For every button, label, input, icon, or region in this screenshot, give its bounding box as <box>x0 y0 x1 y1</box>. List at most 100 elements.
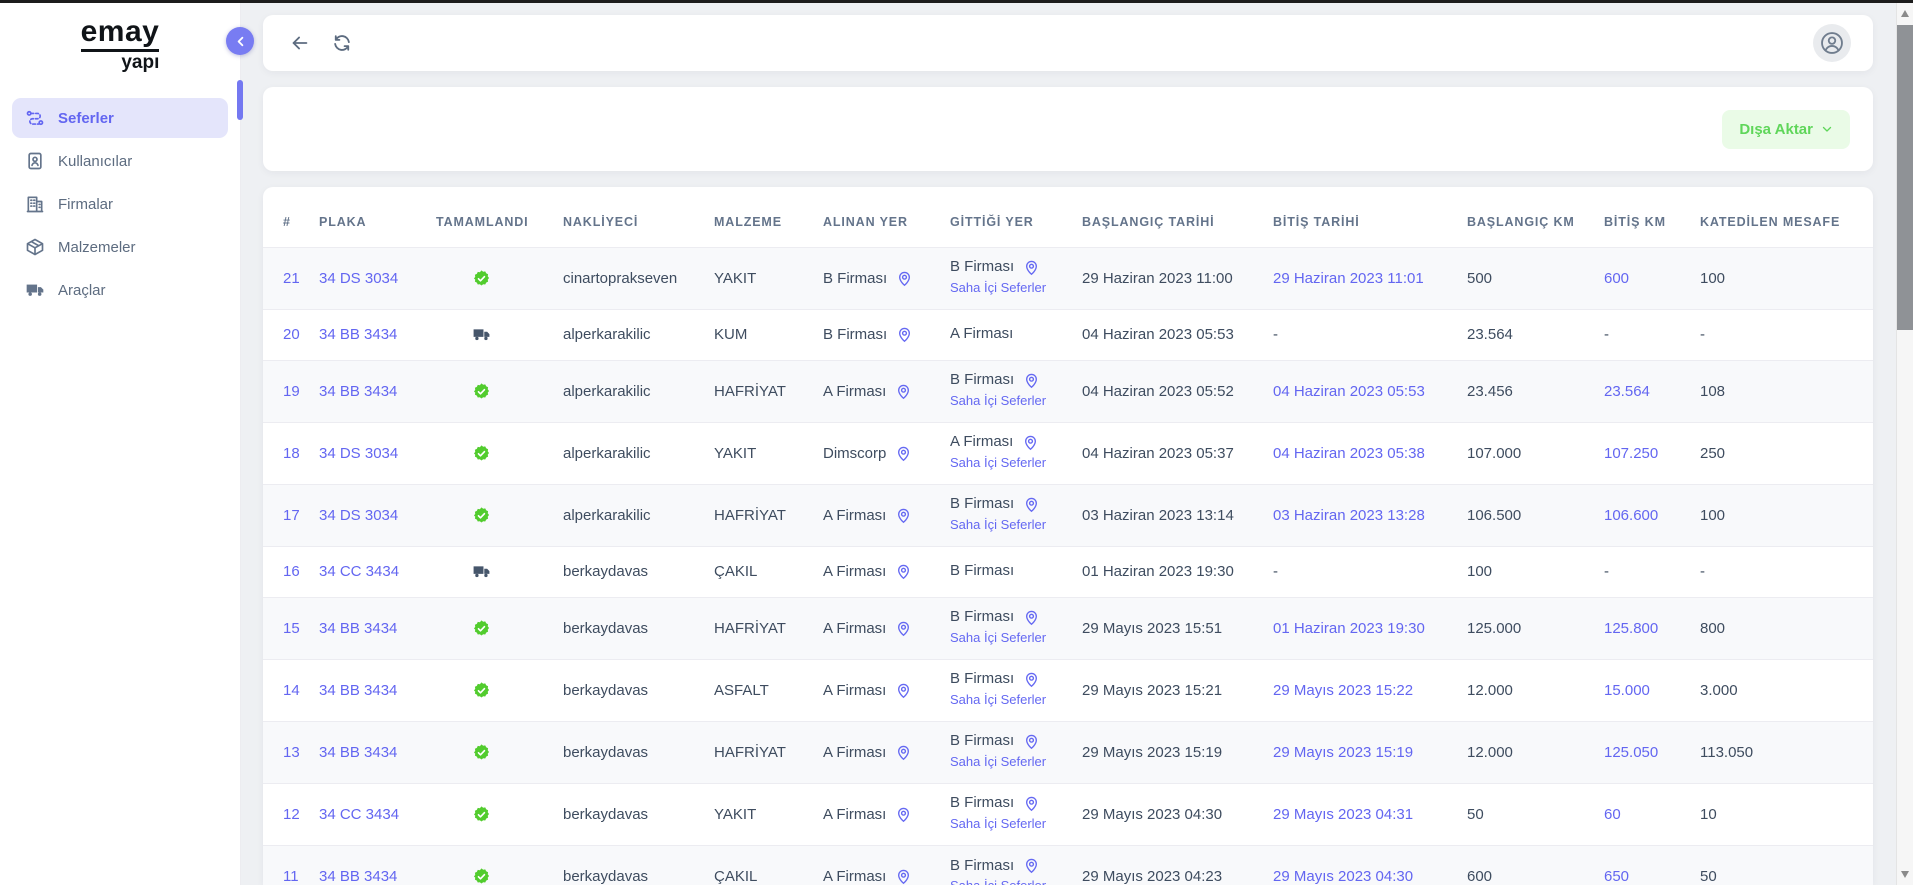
end-date-link[interactable]: 29 Mayıs 2023 15:19 <box>1273 744 1413 761</box>
status-cell <box>436 845 563 885</box>
trip-id-link[interactable]: 18 <box>283 445 300 462</box>
end-date-link[interactable]: 29 Mayıs 2023 04:30 <box>1273 868 1413 885</box>
origin-name: A Firması <box>823 507 886 524</box>
end-date-link[interactable]: 04 Haziran 2023 05:38 <box>1273 445 1425 462</box>
distance-cell: 800 <box>1700 597 1873 659</box>
sidebar-collapse-button[interactable] <box>226 27 254 55</box>
sidebar-item-malzemeler[interactable]: Malzemeler <box>12 227 228 267</box>
end-km-link[interactable]: 125.800 <box>1604 620 1658 637</box>
plate-link[interactable]: 34 DS 3034 <box>319 507 398 524</box>
destination-cell: A Firması <box>950 309 1082 360</box>
saha-ici-seferler-link[interactable]: Saha İçi Seferler <box>950 630 1046 646</box>
plate-cell: 34 CC 3434 <box>319 546 436 597</box>
location-pin-icon <box>895 445 912 462</box>
plate-link[interactable]: 34 BB 3434 <box>319 682 397 699</box>
truck-status-icon <box>472 562 491 581</box>
origin-cell: A Firması <box>823 659 950 721</box>
user-avatar-button[interactable] <box>1813 24 1851 62</box>
table-row: 1234 CC 3434berkaydavasYAKITA FirmasıB F… <box>263 783 1873 845</box>
trip-id-link[interactable]: 15 <box>283 620 300 637</box>
location-pin-icon <box>895 744 912 761</box>
trip-id-link[interactable]: 19 <box>283 383 300 400</box>
saha-ici-seferler-link[interactable]: Saha İçi Seferler <box>950 280 1046 296</box>
end-km-link[interactable]: 106.600 <box>1604 507 1658 524</box>
plate-link[interactable]: 34 BB 3434 <box>319 383 397 400</box>
end-km-link[interactable]: 15.000 <box>1604 682 1650 699</box>
plate-link[interactable]: 34 DS 3034 <box>319 270 398 287</box>
trip-id-cell: 19 <box>263 360 319 422</box>
trips-table: #PLAKATAMAMLANDINAKLİYECİMALZEMEALINAN Y… <box>263 187 1873 885</box>
end-km-link[interactable]: 60 <box>1604 806 1621 823</box>
truck-icon <box>25 280 45 300</box>
destination-cell: A FirmasıSaha İçi Seferler <box>950 422 1082 484</box>
scroll-up-arrow-icon[interactable] <box>1901 10 1909 17</box>
sidebar-item-label: Kullanıcılar <box>58 153 132 170</box>
carrier-cell: berkaydavas <box>563 546 714 597</box>
plate-link[interactable]: 34 DS 3034 <box>319 445 398 462</box>
end-km-link[interactable]: 600 <box>1604 270 1629 287</box>
plate-link[interactable]: 34 CC 3434 <box>319 806 399 823</box>
end-date-link[interactable]: 29 Mayıs 2023 15:22 <box>1273 682 1413 699</box>
end-date-link[interactable]: 04 Haziran 2023 05:53 <box>1273 383 1425 400</box>
sidebar-item-label: Seferler <box>58 110 114 127</box>
trip-id-link[interactable]: 13 <box>283 744 300 761</box>
trip-id-cell: 20 <box>263 309 319 360</box>
back-button[interactable] <box>289 31 313 55</box>
carrier-cell: berkaydavas <box>563 845 714 885</box>
export-button-label: Dışa Aktar <box>1739 121 1813 138</box>
end-km-link[interactable]: 23.564 <box>1604 383 1650 400</box>
origin-name: B Firması <box>823 326 887 343</box>
brand-title: emay <box>81 16 160 52</box>
saha-ici-seferler-link[interactable]: Saha İçi Seferler <box>950 878 1046 885</box>
trip-id-link[interactable]: 12 <box>283 806 300 823</box>
plate-link[interactable]: 34 BB 3434 <box>319 620 397 637</box>
plate-cell: 34 BB 3434 <box>319 845 436 885</box>
origin-name: A Firması <box>823 620 886 637</box>
plate-link[interactable]: 34 BB 3434 <box>319 326 397 343</box>
carrier-cell: berkaydavas <box>563 783 714 845</box>
end-date-link[interactable]: 03 Haziran 2023 13:28 <box>1273 507 1425 524</box>
trip-id-cell: 18 <box>263 422 319 484</box>
end-date-link[interactable]: 29 Mayıs 2023 04:31 <box>1273 806 1413 823</box>
location-pin-icon <box>1023 857 1040 874</box>
end-km-link[interactable]: 650 <box>1604 868 1629 885</box>
end-km-link[interactable]: 107.250 <box>1604 445 1658 462</box>
saha-ici-seferler-link[interactable]: Saha İçi Seferler <box>950 754 1046 770</box>
scrollbar-thumb[interactable] <box>1897 25 1913 330</box>
saha-ici-seferler-link[interactable]: Saha İçi Seferler <box>950 455 1046 471</box>
destination-cell: B FirmasıSaha İçi Seferler <box>950 783 1082 845</box>
sidebar-item-firmalar[interactable]: Firmalar <box>12 184 228 224</box>
origin-cell: A Firması <box>823 484 950 546</box>
plate-link[interactable]: 34 BB 3434 <box>319 868 397 885</box>
plate-link[interactable]: 34 CC 3434 <box>319 563 399 580</box>
end-date-link[interactable]: 01 Haziran 2023 19:30 <box>1273 620 1425 637</box>
check-badge-icon <box>472 506 491 525</box>
scroll-down-arrow-icon[interactable] <box>1901 871 1909 878</box>
saha-ici-seferler-link[interactable]: Saha İçi Seferler <box>950 692 1046 708</box>
trip-id-link[interactable]: 17 <box>283 507 300 524</box>
end-km-link[interactable]: 125.050 <box>1604 744 1658 761</box>
sidebar-item-araclar[interactable]: Araçlar <box>12 270 228 310</box>
end-date-link[interactable]: 29 Haziran 2023 11:01 <box>1273 270 1424 287</box>
export-button[interactable]: Dışa Aktar <box>1722 110 1850 149</box>
vertical-scrollbar[interactable] <box>1896 3 1913 885</box>
trip-id-link[interactable]: 21 <box>283 270 300 287</box>
saha-ici-seferler-link[interactable]: Saha İçi Seferler <box>950 393 1046 409</box>
trip-id-link[interactable]: 11 <box>283 868 299 885</box>
trip-id-link[interactable]: 14 <box>283 682 300 699</box>
sidebar-item-seferler[interactable]: Seferler <box>12 98 228 138</box>
distance-cell: 100 <box>1700 484 1873 546</box>
refresh-button[interactable] <box>331 31 355 55</box>
origin-cell: A Firması <box>823 546 950 597</box>
trip-id-link[interactable]: 20 <box>283 326 300 343</box>
saha-ici-seferler-link[interactable]: Saha İçi Seferler <box>950 816 1046 832</box>
destination-name: B Firması <box>950 608 1014 627</box>
saha-ici-seferler-link[interactable]: Saha İçi Seferler <box>950 517 1046 533</box>
carrier-cell: alperkarakilic <box>563 309 714 360</box>
sidebar-item-kullanicilar[interactable]: Kullanıcılar <box>12 141 228 181</box>
end-km-cell: - <box>1604 309 1700 360</box>
end-km-cell: 23.564 <box>1604 360 1700 422</box>
trip-id-link[interactable]: 16 <box>283 563 300 580</box>
active-item-indicator <box>237 80 243 120</box>
plate-link[interactable]: 34 BB 3434 <box>319 744 397 761</box>
